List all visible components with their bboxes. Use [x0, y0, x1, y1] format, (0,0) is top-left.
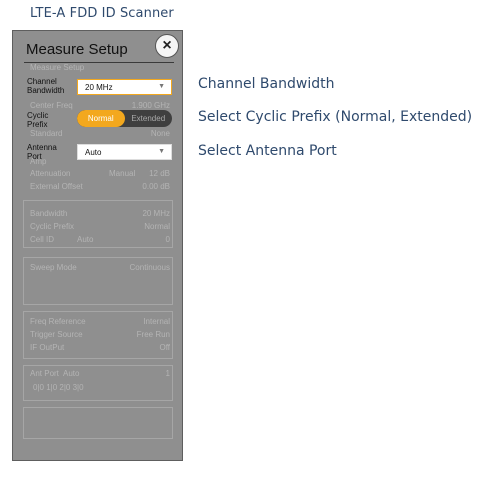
channel-bandwidth-value: 20 MHz [85, 82, 113, 92]
callout-cyclic-prefix: Select Cyclic Prefix (Normal, Extended) [198, 109, 473, 125]
faded-header: Measure Setup [30, 63, 85, 72]
faded-freq-reference-label: Freq Reference [30, 317, 86, 326]
cyclic-prefix-extended-option[interactable]: Extended [125, 110, 173, 127]
faded-center-freq-label: Center Freq [30, 101, 73, 110]
page-title: LTE-A FDD ID Scanner [30, 6, 174, 21]
chevron-down-icon: ▼ [158, 83, 165, 90]
faded-attenuation-mode: Manual [109, 169, 136, 178]
close-icon[interactable]: × [155, 34, 179, 58]
callout-channel-bandwidth: Channel Bandwidth [198, 76, 335, 92]
measure-setup-panel: Measure Setup × Measure Setup Center Fre… [12, 30, 183, 461]
antenna-port-dropdown[interactable]: Auto ▼ [77, 144, 172, 160]
antenna-port-label: Antenna Port [27, 143, 57, 161]
faded-cell-id-label: Cell ID [30, 235, 55, 244]
faded-trigger-source-label: Trigger Source [30, 330, 83, 339]
faded-bandwidth-value: 20 MHz [142, 209, 170, 218]
faded-section-empty [23, 407, 173, 439]
faded-freq-reference-value: Internal [143, 317, 170, 326]
cyclic-prefix-label: Cyclic Prefix [27, 111, 49, 129]
faded-sweep-mode-value: Continuous [129, 263, 170, 272]
faded-cell-id-value: 0 [165, 235, 170, 244]
faded-center-freq-value: 1.900 GHz [131, 101, 170, 110]
faded-ant-port-mode: Auto [63, 369, 80, 378]
faded-standard-value: None [150, 129, 170, 138]
faded-if-output-value: Off [159, 343, 170, 352]
faded-attenuation-value: 12 dB [149, 169, 170, 178]
faded-trigger-source-value: Free Run [136, 330, 170, 339]
faded-cyclic-prefix-value: Normal [144, 222, 170, 231]
faded-external-offset-label: External Offset [30, 182, 83, 191]
faded-ant-ports-row: 0|0 1|0 2|0 3|0 [33, 383, 84, 392]
channel-bandwidth-label: Channel Bandwidth [27, 77, 65, 95]
antenna-port-value: Auto [85, 147, 102, 157]
callout-antenna-port: Select Antenna Port [198, 143, 337, 159]
faded-ant-port-value: 1 [165, 369, 170, 378]
faded-cyclic-prefix-label: Cyclic Prefix [30, 222, 75, 231]
faded-cell-id-mode: Auto [77, 235, 94, 244]
channel-bandwidth-dropdown[interactable]: 20 MHz ▼ [77, 79, 172, 95]
faded-ant-port-label: Ant Port [30, 369, 59, 378]
chevron-down-icon: ▼ [158, 148, 165, 155]
faded-standard-label: Standard [30, 129, 63, 138]
faded-attenuation-label: Attenuation [30, 169, 71, 178]
cyclic-prefix-toggle[interactable]: Normal Extended [77, 110, 172, 127]
faded-sweep-mode-label: Sweep Mode [30, 263, 77, 272]
faded-bandwidth-label: Bandwidth [30, 209, 68, 218]
faded-external-offset-value: 0.00 dB [142, 182, 170, 191]
faded-if-output-label: IF OutPut [30, 343, 65, 352]
cyclic-prefix-normal-option[interactable]: Normal [77, 110, 125, 127]
panel-title: Measure Setup [26, 41, 128, 58]
